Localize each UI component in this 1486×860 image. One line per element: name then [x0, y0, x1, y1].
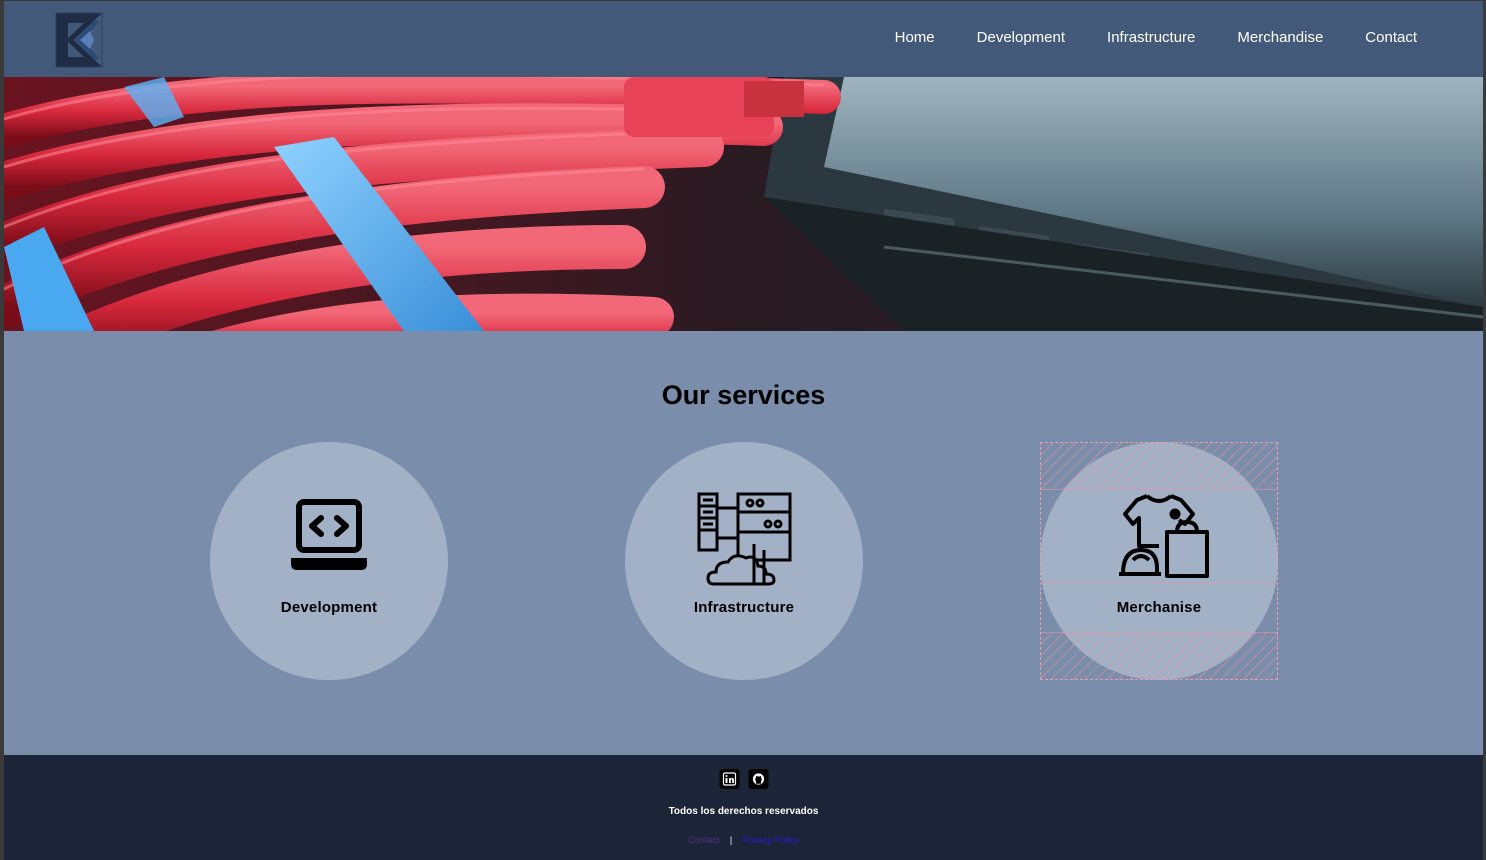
laptop-code-icon	[279, 488, 379, 588]
page-frame: Home Development Infrastructure Merchand…	[4, 1, 1483, 860]
service-label-merchandise: Merchanise	[1116, 599, 1202, 616]
nav-development[interactable]: Development	[977, 29, 1065, 46]
footer-links: Contact | Privacy Policy	[4, 835, 1483, 845]
tshirt-cap-bag-icon	[1109, 488, 1209, 588]
footer-separator: |	[729, 835, 733, 845]
main-nav: Home Development Infrastructure Merchand…	[895, 29, 1417, 46]
nav-infrastructure[interactable]: Infrastructure	[1107, 29, 1195, 46]
copyright-text: Todos los derechos reservados	[668, 806, 819, 817]
service-card-development[interactable]: Development	[210, 442, 448, 680]
social-links	[719, 769, 768, 789]
services-section: Our services Development Infrastructure …	[4, 331, 1483, 755]
server-cloud-icon	[694, 488, 794, 588]
services-title: Our services	[661, 380, 826, 410]
ek-logo-icon[interactable]	[54, 11, 104, 69]
site-header: Home Development Infrastructure Merchand…	[4, 1, 1483, 77]
footer-contact-link[interactable]: Contact	[688, 835, 719, 845]
nav-contact[interactable]: Contact	[1365, 29, 1417, 46]
service-card-merchandise[interactable]: Merchanise	[1040, 442, 1278, 680]
nav-merchandise[interactable]: Merchandise	[1237, 29, 1323, 46]
service-label-development: Development	[280, 599, 378, 616]
hero-image	[4, 77, 1483, 331]
linkedin-icon[interactable]	[719, 769, 739, 789]
nav-home[interactable]: Home	[895, 29, 935, 46]
github-icon[interactable]	[748, 769, 768, 789]
service-card-infrastructure[interactable]: Infrastructure	[625, 442, 863, 680]
site-footer: Todos los derechos reservados Contact | …	[4, 755, 1483, 860]
service-label-infrastructure: Infrastructure	[693, 599, 795, 616]
footer-privacy-link[interactable]: Privacy Policy	[743, 835, 799, 845]
